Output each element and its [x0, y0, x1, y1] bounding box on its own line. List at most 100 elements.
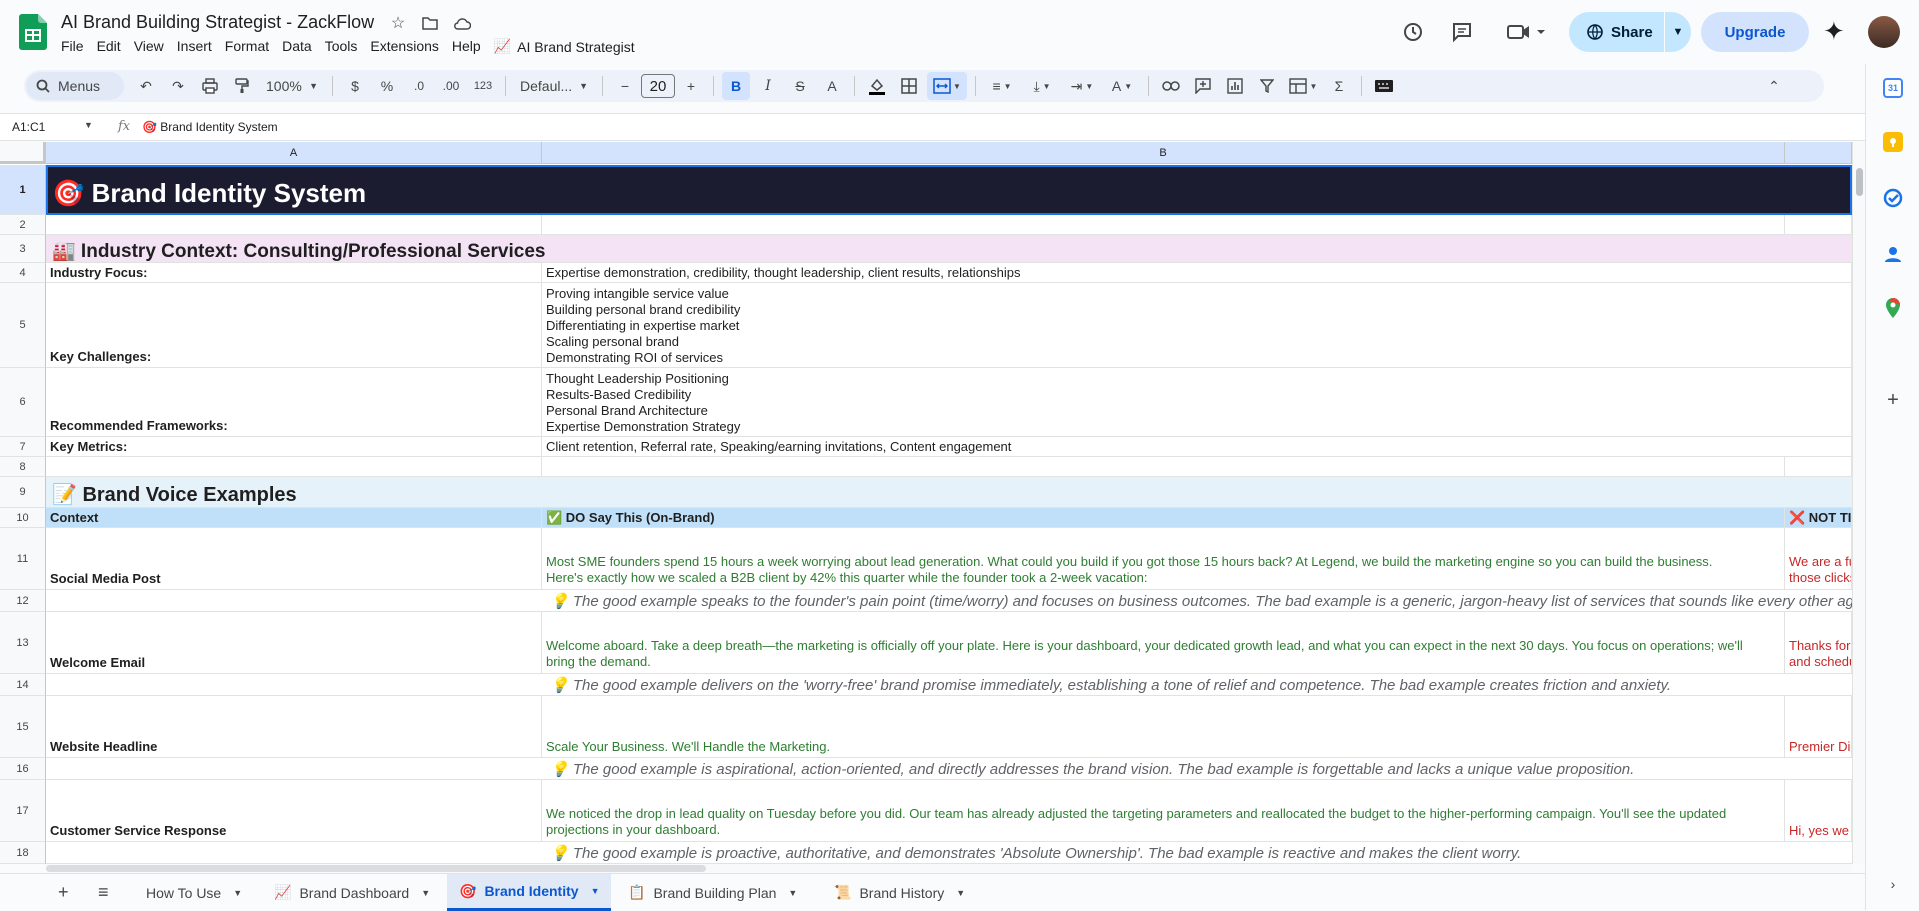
good-example-customer-service[interactable]: We noticed the drop in lead quality on T… [542, 780, 1785, 842]
good-example-social-media[interactable]: Most SME founders spend 15 hours a week … [542, 528, 1785, 590]
chevron-down-icon[interactable]: ▼ [788, 888, 797, 898]
good-example-website-headline[interactable]: Scale Your Business. We'll Handle the Ma… [542, 696, 1785, 758]
select-all-corner[interactable] [0, 142, 46, 164]
grid-cell[interactable] [46, 457, 542, 477]
text-color-icon[interactable]: A [818, 72, 846, 100]
collapse-toolbar-icon[interactable]: ⌃ [1760, 72, 1788, 100]
context-website-headline[interactable]: Website Headline [46, 696, 542, 758]
vertical-align-icon[interactable]: ⤓ ▼ [1024, 72, 1060, 100]
document-title[interactable]: AI Brand Building Strategist - ZackFlow [61, 12, 374, 33]
version-history-icon[interactable] [1401, 20, 1425, 44]
comments-icon[interactable] [1450, 20, 1474, 44]
row-header[interactable]: 16 [0, 758, 46, 780]
scroll-thumb[interactable] [1856, 168, 1863, 196]
note-website-headline[interactable]: 💡 The good example is aspirational, acti… [46, 758, 1852, 780]
add-sheet-icon[interactable]: + [46, 874, 81, 911]
do-say-column-header[interactable]: ✅ DO Say This (On-Brand) [542, 508, 1785, 528]
context-customer-service[interactable]: Customer Service Response [46, 780, 542, 842]
decrease-decimal-button[interactable]: .0 [405, 72, 433, 100]
redo-icon[interactable]: ↷ [164, 72, 192, 100]
share-dropdown-icon[interactable]: ▼ [1665, 26, 1691, 38]
vertical-scrollbar[interactable] [1852, 142, 1865, 864]
horizontal-scrollbar[interactable] [46, 864, 1852, 873]
tab-how-to-use[interactable]: How To Use ▼ [134, 874, 254, 911]
contacts-icon[interactable] [1883, 244, 1903, 264]
row-header[interactable]: 3 [0, 235, 46, 263]
paint-format-icon[interactable] [228, 72, 256, 100]
not-this-column-header[interactable]: ❌ NOT TI [1785, 508, 1852, 528]
tasks-icon[interactable] [1883, 188, 1903, 208]
functions-icon[interactable]: Σ [1325, 72, 1353, 100]
row-header[interactable]: 17 [0, 780, 46, 842]
row-header[interactable]: 6 [0, 368, 46, 437]
sheets-logo-icon[interactable] [19, 14, 47, 50]
row-header[interactable]: 9 [0, 477, 46, 508]
maps-icon[interactable] [1883, 298, 1903, 318]
search-menus-button[interactable]: Menus [26, 72, 124, 100]
row-header[interactable]: 14 [0, 674, 46, 696]
page-title[interactable]: 🎯 Brand Identity System [46, 165, 1852, 215]
undo-icon[interactable]: ↶ [132, 72, 160, 100]
font-select[interactable]: Defaul... ▼ [514, 72, 594, 100]
insert-comment-icon[interactable] [1189, 72, 1217, 100]
recommended-frameworks-value[interactable]: Thought Leadership Positioning Results-B… [542, 368, 1852, 437]
increase-font-size-icon[interactable]: + [677, 72, 705, 100]
bold-button[interactable]: B [722, 72, 750, 100]
column-header-c[interactable] [1785, 142, 1852, 164]
expand-panel-icon[interactable]: › [1883, 874, 1903, 894]
grid-cell[interactable] [542, 457, 1785, 477]
tab-brand-building-plan[interactable]: 📋 Brand Building Plan ▼ [616, 874, 809, 911]
context-social-media[interactable]: Social Media Post [46, 528, 542, 590]
upgrade-button[interactable]: Upgrade [1701, 12, 1809, 52]
currency-format-button[interactable]: $ [341, 72, 369, 100]
note-social-media[interactable]: 💡 The good example speaks to the founder… [46, 590, 1852, 612]
scroll-thumb[interactable] [46, 865, 706, 872]
tab-brand-history[interactable]: 📜 Brand History ▼ [822, 874, 977, 911]
menu-data[interactable]: Data [282, 38, 321, 55]
row-header[interactable]: 1 [0, 165, 46, 215]
insert-link-icon[interactable] [1157, 72, 1185, 100]
note-welcome-email[interactable]: 💡 The good example delivers on the 'worr… [46, 674, 1852, 696]
bad-example-welcome-email[interactable]: Thanks for and schedu [1785, 612, 1852, 674]
star-icon[interactable]: ☆ [388, 13, 408, 33]
text-rotation-icon[interactable]: A ▼ [1104, 72, 1140, 100]
grid-cell[interactable] [542, 215, 1785, 235]
merge-cells-icon[interactable]: ▼ [927, 72, 967, 100]
filter-views-icon[interactable]: ▼ [1285, 72, 1321, 100]
menu-tools[interactable]: Tools [325, 38, 367, 55]
column-header-b[interactable]: B [542, 142, 1785, 164]
context-column-header[interactable]: Context [46, 508, 542, 528]
add-addon-icon[interactable]: + [1883, 389, 1903, 411]
key-challenges-label[interactable]: Key Challenges: [46, 283, 542, 368]
avatar[interactable] [1868, 16, 1900, 48]
keep-icon[interactable] [1883, 132, 1903, 152]
percent-format-button[interactable]: % [373, 72, 401, 100]
formula-input[interactable]: 🎯 Brand Identity System [142, 120, 278, 134]
good-example-welcome-email[interactable]: Welcome aboard. Take a deep breath—the m… [542, 612, 1785, 674]
row-header[interactable]: 15 [0, 696, 46, 758]
note-customer-service[interactable]: 💡 The good example is proactive, authori… [46, 842, 1852, 864]
context-welcome-email[interactable]: Welcome Email [46, 612, 542, 674]
strikethrough-button[interactable]: S [786, 72, 814, 100]
font-size-input[interactable]: 20 [641, 74, 675, 98]
row-header[interactable]: 13 [0, 612, 46, 674]
menu-file[interactable]: File [61, 38, 93, 55]
industry-focus-label[interactable]: Industry Focus: [46, 263, 542, 283]
row-header[interactable]: 10 [0, 508, 46, 528]
bad-example-social-media[interactable]: We are a fu those clicks [1785, 528, 1852, 590]
key-challenges-value[interactable]: Proving intangible service value Buildin… [542, 283, 1852, 368]
bad-example-customer-service[interactable]: Hi, yes we [1785, 780, 1852, 842]
recommended-frameworks-label[interactable]: Recommended Frameworks: [46, 368, 542, 437]
text-wrapping-icon[interactable]: ⇥ ▼ [1064, 72, 1100, 100]
spreadsheet-grid[interactable]: A B 1 2 3 4 5 6 7 8 9 10 11 12 13 14 15 … [0, 142, 1852, 864]
fill-color-icon[interactable] [863, 72, 891, 100]
row-header[interactable]: 7 [0, 437, 46, 457]
share-button[interactable]: Share ▼ [1569, 12, 1691, 52]
row-header[interactable]: 11 [0, 528, 46, 590]
row-header[interactable]: 2 [0, 215, 46, 235]
column-header-a[interactable]: A [46, 142, 542, 164]
decrease-font-size-icon[interactable]: − [611, 72, 639, 100]
row-header[interactable]: 8 [0, 457, 46, 477]
row-header[interactable]: 4 [0, 263, 46, 283]
horizontal-align-icon[interactable]: ≡ ▼ [984, 72, 1020, 100]
